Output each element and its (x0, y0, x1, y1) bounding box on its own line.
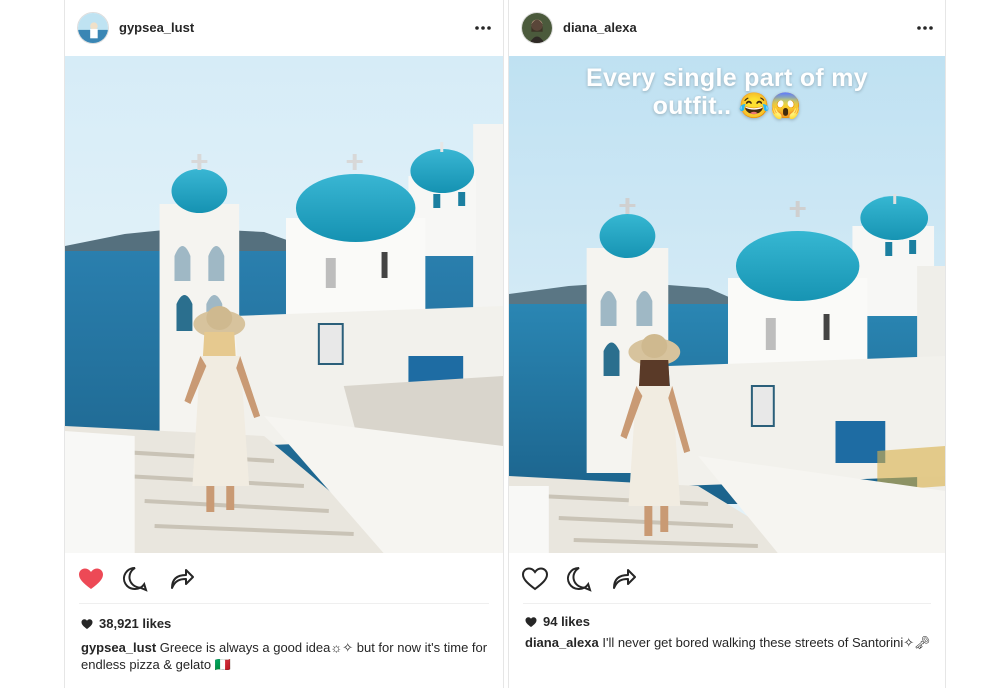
username[interactable]: diana_alexa (563, 20, 637, 35)
comment-icon[interactable] (121, 565, 149, 593)
caption-text: I'll never get bored walking these stree… (602, 635, 931, 650)
post-left: gypsea_lust 38,921 likes gypsea_lust Gre… (64, 0, 504, 688)
post-photo[interactable] (65, 56, 503, 553)
more-options-icon[interactable] (915, 18, 935, 38)
share-icon[interactable] (609, 565, 637, 593)
small-heart-icon (525, 616, 537, 627)
likes-count[interactable]: 38,921 likes (81, 616, 171, 631)
divider (523, 603, 931, 604)
caption-username[interactable]: gypsea_lust (81, 640, 156, 655)
post-header: diana_alexa (509, 0, 945, 56)
share-icon[interactable] (167, 565, 195, 593)
caption-username[interactable]: diana_alexa (525, 635, 599, 650)
post-right: diana_alexa Every single part of my outf… (508, 0, 946, 688)
heart-icon[interactable] (77, 565, 105, 593)
overlay-caption-line-2: outfit.. 😂😱 (652, 92, 802, 120)
caption: diana_alexa I'll never get bored walking… (525, 634, 931, 651)
divider (79, 603, 489, 604)
more-options-icon[interactable] (473, 18, 493, 38)
post-header: gypsea_lust (65, 0, 503, 56)
likes-text: 38,921 likes (99, 616, 172, 631)
avatar[interactable] (521, 12, 553, 44)
comparison-collage: gypsea_lust 38,921 likes gypsea_lust Gre… (0, 0, 1000, 688)
santorini-photo (509, 56, 945, 553)
avatar[interactable] (77, 12, 109, 44)
santorini-photo (65, 56, 503, 553)
likes-text: 94 likes (543, 614, 590, 629)
comment-icon[interactable] (565, 565, 593, 593)
username[interactable]: gypsea_lust (119, 20, 194, 35)
post-photo[interactable]: Every single part of my outfit.. 😂😱 (509, 56, 945, 553)
likes-count[interactable]: 94 likes (525, 614, 590, 629)
heart-icon[interactable] (521, 565, 549, 593)
caption: gypsea_lust Greece is always a good idea… (81, 639, 489, 673)
small-heart-icon (81, 618, 93, 629)
overlay-caption-line-1: Every single part of my (586, 64, 868, 92)
